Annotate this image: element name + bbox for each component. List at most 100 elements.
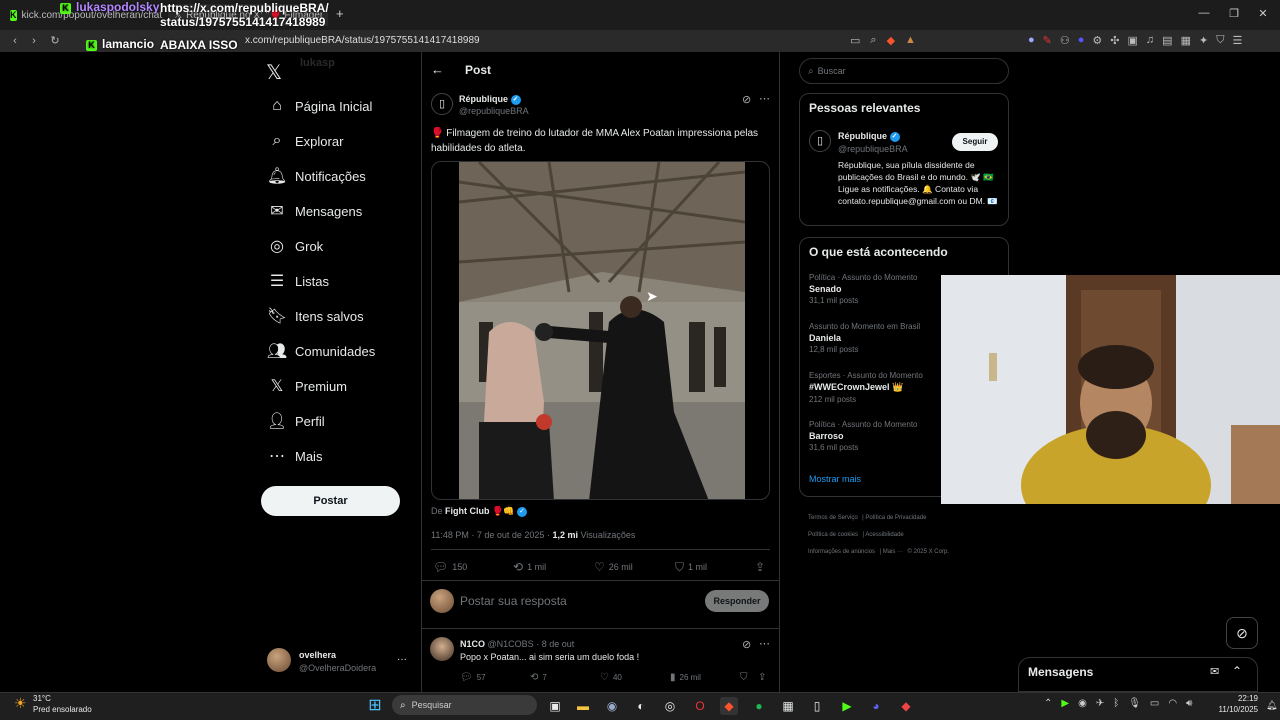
reply-avatar[interactable] — [430, 637, 454, 661]
trend-item[interactable]: Política · Assunto do Momento Senado 31,1 … — [809, 273, 918, 305]
notification-icon[interactable]: 🔔︎ — [1266, 700, 1277, 711]
rel-name-row[interactable]: République ✓ — [838, 131, 900, 142]
reply-reply-button[interactable]: 💬︎ 57 — [460, 671, 486, 683]
brave-icon[interactable]: ◆ — [720, 697, 738, 715]
address-field[interactable]: x.com/republiqueBRA/status/1975755141417… — [245, 35, 480, 46]
task-view-icon[interactable]: ▣ — [546, 697, 564, 715]
tray-app-icon[interactable]: ▶ — [1061, 698, 1069, 709]
share-button[interactable]: ⇪ — [755, 560, 769, 574]
author-name-row[interactable]: République ✓ — [459, 94, 521, 105]
brave-shield-icon[interactable]: ◆ — [887, 34, 895, 47]
chevron-up-icon[interactable]: ⌃ — [1232, 664, 1242, 678]
trend-item[interactable]: Política · Assunto do Momento Barroso 31,6… — [809, 420, 918, 452]
show-more-link[interactable]: Mostrar mais — [809, 474, 861, 484]
avatar[interactable] — [267, 648, 291, 672]
search-input[interactable]: Buscar — [818, 66, 846, 76]
windows-start-icon[interactable]: ⊞ — [366, 697, 384, 715]
maximize-button[interactable]: ❐ — [1227, 7, 1241, 21]
post-button[interactable]: Postar — [261, 486, 400, 516]
vpn-icon[interactable]: ⛉ — [1216, 34, 1224, 47]
extension-icon[interactable]: ⚇ — [1060, 34, 1070, 47]
sidebar-item[interactable]: 👥︎ Comunidades — [266, 337, 375, 365]
wifi-icon[interactable]: ◠ — [1168, 698, 1177, 709]
app-icon[interactable]: ◎ — [661, 697, 679, 715]
extension-icon[interactable]: ⚙ — [1092, 34, 1102, 47]
sidebar-item[interactable]: ✉ Mensagens — [266, 197, 362, 225]
reply-share-button[interactable]: ⇪ — [758, 671, 770, 683]
rel-avatar[interactable]: ▯ — [809, 130, 831, 152]
reply-more-icon[interactable]: ⋯ — [759, 637, 770, 650]
back-arrow-icon[interactable]: ← — [431, 62, 444, 77]
repost-button[interactable]: ⟲ 1 mil — [513, 560, 546, 574]
taskbar-search[interactable]: ⌕ Pesquisar — [392, 695, 537, 715]
minimize-button[interactable]: — — [1197, 7, 1211, 21]
sidebar-item[interactable]: 👤︎ Perfil — [266, 407, 325, 435]
extension-icon[interactable]: ● — [1028, 34, 1035, 47]
puzzle-icon[interactable]: ✣ — [1110, 34, 1119, 47]
volume-icon[interactable]: 🔊︎ — [1186, 698, 1192, 709]
new-message-icon[interactable]: ✉ — [1210, 665, 1219, 678]
extension-icon[interactable]: ● — [1078, 34, 1085, 47]
sidebar-item[interactable]: ☰ Listas — [266, 267, 329, 295]
tray-app-icon[interactable]: ✈ — [1096, 698, 1104, 709]
forward-icon[interactable]: › — [27, 34, 41, 48]
leo-icon[interactable]: ✦ — [1199, 34, 1208, 47]
app-icon[interactable]: ◆ — [897, 697, 915, 715]
reply-submit-button[interactable]: Responder — [705, 590, 769, 612]
sidebar-item[interactable]: ◎ Grok — [266, 232, 323, 260]
panel-icon[interactable]: ▤ — [1162, 34, 1172, 47]
reply-views[interactable]: ▮ 26 mil — [670, 671, 701, 683]
grok-explain-icon[interactable]: ⊘ — [742, 93, 751, 106]
reply-header[interactable]: N1CO @N1COBS · 8 de out — [460, 639, 574, 649]
author-avatar[interactable]: ▯ — [431, 93, 453, 115]
chevron-up-icon[interactable]: ⌃ — [1044, 698, 1052, 709]
screen-icon[interactable]: ▭ — [850, 34, 860, 47]
trend-item[interactable]: Assunto do Momento em Brasil Daniela 12,8 … — [809, 322, 920, 354]
trend-item[interactable]: Esportes · Assunto do Momento #WWECrownJe… — [809, 371, 923, 404]
sidebar-item[interactable]: ⌕ Explorar — [266, 127, 344, 155]
close-window-button[interactable]: ✕ — [1256, 7, 1270, 21]
footer-link[interactable]: Informações de anúncios — [808, 549, 875, 555]
reply-button[interactable]: 💬︎ 150 — [433, 560, 467, 574]
bluetooth-icon[interactable]: ᛒ — [1113, 698, 1119, 709]
spotify-icon[interactable]: ● — [750, 697, 768, 715]
grok-explain-icon[interactable]: ⊘ — [742, 638, 751, 651]
mic-icon[interactable]: 🎙︎ — [1128, 698, 1141, 709]
new-tab-button[interactable]: + — [336, 6, 344, 21]
tray-app-icon[interactable]: ◉ — [1078, 698, 1087, 709]
app-icon[interactable]: ◐ — [632, 697, 650, 715]
bookmark-button[interactable]: ⛉ 1 mil — [675, 560, 707, 574]
kick-icon[interactable]: ▶ — [838, 697, 856, 715]
x-logo-icon[interactable]: 𝕏 — [266, 60, 282, 85]
video-container[interactable] — [431, 161, 770, 500]
footer-link[interactable]: Política de cookies — [808, 532, 858, 538]
reply-repost-button[interactable]: ⟲ 7 — [530, 671, 547, 683]
video-frame[interactable] — [459, 162, 745, 500]
wallet-icon[interactable]: ▦ — [1181, 34, 1191, 47]
like-button[interactable]: ♡ 26 mil — [594, 560, 633, 574]
music-icon[interactable]: ♫ — [1146, 34, 1154, 47]
search-box[interactable]: ⌕ Buscar — [799, 58, 1009, 84]
sidebar-item[interactable]: 🔖︎ Itens salvos — [266, 302, 364, 330]
clock-date[interactable]: 11/10/2025 — [1206, 705, 1258, 714]
reply-bookmark-button[interactable]: ⛉ — [740, 671, 752, 683]
rewards-icon[interactable]: ▲ — [905, 34, 916, 47]
sidebar-item[interactable]: ⋯ Mais — [266, 442, 322, 470]
network-icon[interactable]: ▭ — [1150, 698, 1159, 709]
file-explorer-icon[interactable]: ▬ — [574, 697, 592, 715]
reload-icon[interactable]: ↻ — [48, 34, 62, 48]
account-more-button[interactable]: ··· — [397, 654, 407, 665]
footer-link[interactable]: Termos de Serviço — [808, 515, 858, 521]
grok-float-icon[interactable]: ⊘ — [1226, 617, 1258, 649]
footer-link[interactable]: Acessibilidade — [865, 532, 903, 538]
back-icon[interactable]: ‹ — [8, 34, 22, 48]
notepad-icon[interactable]: ▯ — [808, 697, 826, 715]
app-icon[interactable]: ▦ — [779, 697, 797, 715]
sidebar-item[interactable]: ⌂ Página Inicial — [266, 92, 372, 120]
sidebar-item[interactable]: 🔔︎ Notificações — [266, 162, 366, 190]
footer-link[interactable]: Política de Privacidade — [865, 515, 926, 521]
footer-link[interactable]: Mais ··· — [883, 549, 903, 555]
zoom-icon[interactable]: ⌕ — [870, 34, 876, 47]
opera-icon[interactable]: O — [691, 697, 709, 715]
reply-input[interactable]: Postar sua resposta — [460, 594, 567, 608]
